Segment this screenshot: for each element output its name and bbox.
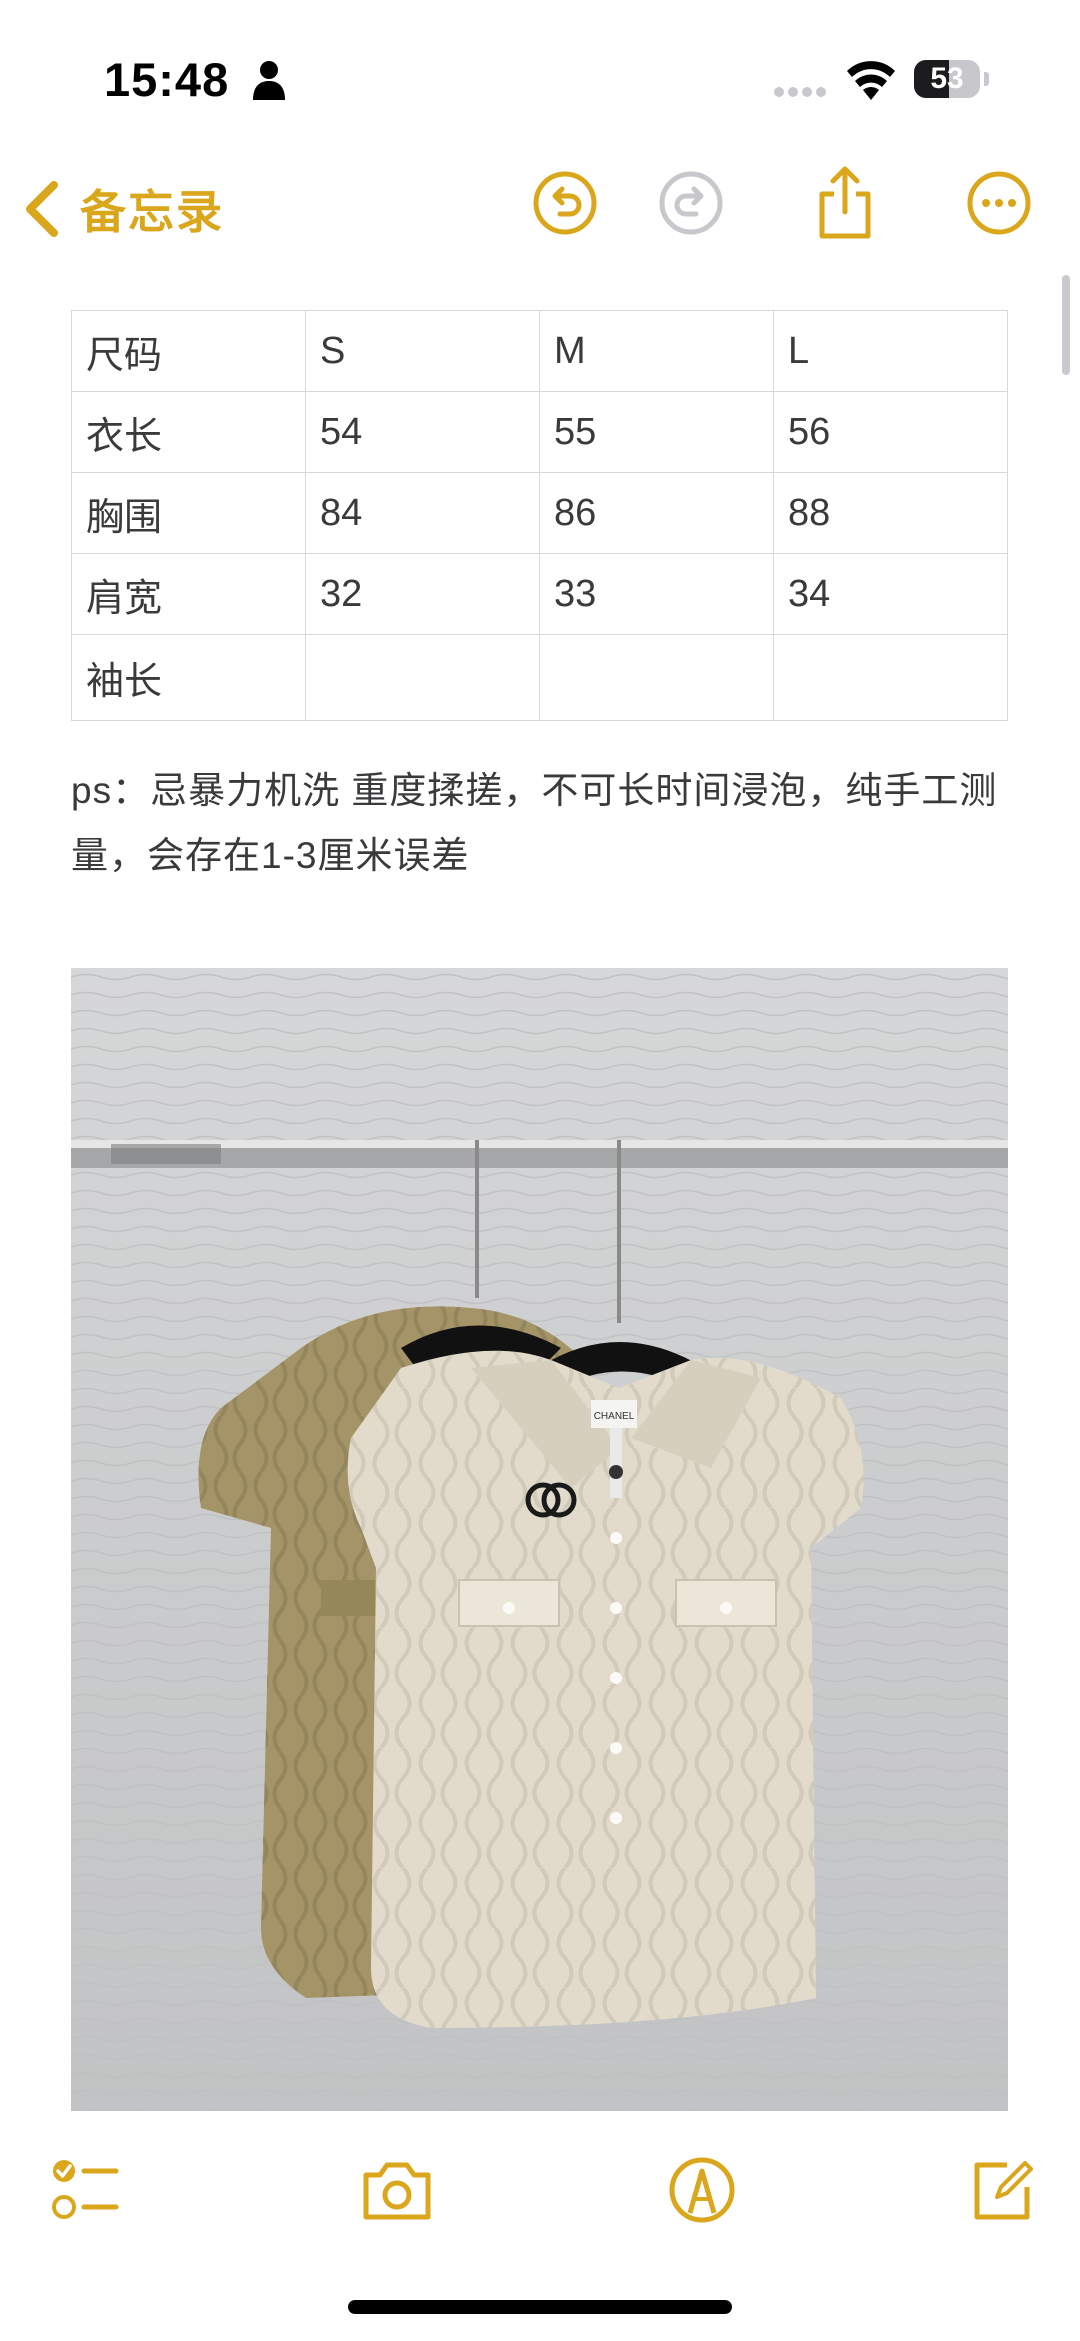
undo-icon[interactable] [532, 170, 598, 236]
table-row: 尺码 S M L [71, 310, 1008, 392]
camera-icon[interactable] [360, 2155, 434, 2225]
note-text[interactable]: ps：忌暴力机洗 重度揉搓，不可长时间浸泡，纯手工测量，会存在1-3厘米误差 [71, 758, 1011, 888]
compose-icon[interactable] [967, 2155, 1037, 2225]
table-cell[interactable]: 袖长 [71, 634, 306, 721]
nav-bar: 备忘录 [0, 160, 1080, 260]
table-cell[interactable]: 胸围 [71, 472, 306, 554]
table-row: 胸围 84 86 88 [71, 472, 1008, 554]
table-cell[interactable]: 88 [773, 472, 1008, 554]
person-icon [253, 61, 285, 100]
table-cell[interactable]: 55 [539, 391, 774, 473]
more-icon[interactable] [966, 170, 1032, 236]
product-photo[interactable]: CHANEL [71, 968, 1008, 2111]
status-time: 15:48 [104, 53, 230, 106]
table-cell[interactable]: 32 [305, 553, 540, 635]
back-button[interactable]: 备忘录 [22, 174, 224, 244]
table-row: 衣长 54 55 56 [71, 391, 1008, 473]
chevron-left-icon [26, 181, 58, 237]
table-cell[interactable]: 肩宽 [71, 553, 306, 635]
share-icon[interactable] [812, 164, 878, 240]
table-cell[interactable]: 33 [539, 553, 774, 635]
wifi-icon [847, 61, 895, 100]
redo-icon[interactable] [658, 170, 724, 236]
battery-icon: 53 [914, 60, 990, 98]
size-table: 尺码 S M L 衣长 54 55 56 胸围 84 86 88 肩宽 32 3… [71, 310, 1008, 721]
table-row: 袖长 [71, 634, 1008, 721]
back-label: 备忘录 [80, 186, 224, 238]
home-indicator[interactable] [348, 2300, 732, 2314]
scroll-indicator[interactable] [1062, 275, 1070, 375]
table-cell[interactable]: 尺码 [71, 310, 306, 392]
table-cell[interactable]: S [305, 310, 540, 392]
table-cell[interactable]: 34 [773, 553, 1008, 635]
table-cell[interactable]: M [539, 310, 774, 392]
table-cell[interactable]: 54 [305, 391, 540, 473]
signal-icon [774, 87, 826, 97]
photo-tag-text: CHANEL [594, 1411, 635, 1422]
table-cell[interactable] [305, 634, 540, 721]
checklist-icon[interactable] [50, 2155, 120, 2225]
product-photo-illustration: CHANEL [71, 968, 1008, 2111]
battery-level: 53 [930, 62, 964, 95]
table-cell[interactable] [773, 634, 1008, 721]
table-row: 肩宽 32 33 34 [71, 553, 1008, 635]
table-cell[interactable]: L [773, 310, 1008, 392]
table-cell[interactable]: 84 [305, 472, 540, 554]
status-bar: 15:48 53 [0, 0, 1080, 150]
table-cell[interactable]: 86 [539, 472, 774, 554]
markup-icon[interactable] [667, 2155, 737, 2225]
table-cell[interactable] [539, 634, 774, 721]
table-cell[interactable]: 56 [773, 391, 1008, 473]
table-cell[interactable]: 衣长 [71, 391, 306, 473]
